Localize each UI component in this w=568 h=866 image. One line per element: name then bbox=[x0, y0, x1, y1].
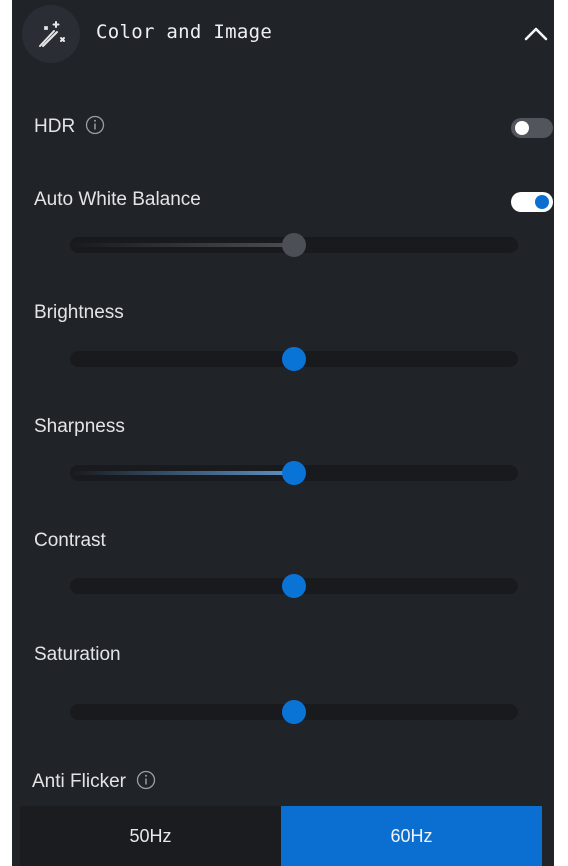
slider-thumb[interactable] bbox=[282, 233, 306, 257]
saturation-slider[interactable] bbox=[70, 700, 518, 724]
auto-white-balance-slider[interactable] bbox=[70, 233, 518, 257]
anti-flicker-label: Anti Flicker bbox=[32, 771, 126, 792]
slider-fill bbox=[70, 243, 294, 247]
slider-fill bbox=[70, 471, 294, 475]
hdr-row: HDR bbox=[34, 116, 105, 138]
saturation-label: Saturation bbox=[34, 644, 121, 665]
brightness-label: Brightness bbox=[34, 302, 124, 323]
auto-white-balance-label: Auto White Balance bbox=[34, 189, 201, 210]
anti-flicker-row: Anti Flicker bbox=[32, 771, 156, 793]
anti-flicker-60hz-button[interactable]: 60Hz bbox=[281, 806, 542, 866]
section-header[interactable]: Color and Image bbox=[12, 0, 554, 68]
contrast-label: Contrast bbox=[34, 530, 106, 551]
slider-thumb[interactable] bbox=[282, 347, 306, 371]
contrast-slider[interactable] bbox=[70, 574, 518, 598]
toggle-knob bbox=[515, 121, 529, 135]
toggle-knob bbox=[535, 195, 549, 209]
slider-thumb[interactable] bbox=[282, 574, 306, 598]
sharpness-slider[interactable] bbox=[70, 461, 518, 485]
section-title: Color and Image bbox=[96, 21, 273, 43]
brightness-slider[interactable] bbox=[70, 347, 518, 371]
slider-thumb[interactable] bbox=[282, 461, 306, 485]
hdr-label: HDR bbox=[34, 116, 76, 137]
anti-flicker-50hz-button[interactable]: 50Hz bbox=[20, 806, 281, 866]
sharpness-label: Sharpness bbox=[34, 416, 125, 437]
hdr-toggle[interactable] bbox=[511, 118, 553, 138]
info-icon[interactable] bbox=[136, 770, 156, 790]
color-and-image-panel: Color and Image HDR Auto White Balance B… bbox=[12, 0, 554, 866]
anti-flicker-segmented-control: 50Hz 60Hz bbox=[20, 806, 542, 866]
info-icon[interactable] bbox=[85, 115, 105, 135]
slider-thumb[interactable] bbox=[282, 700, 306, 724]
chevron-up-icon[interactable] bbox=[523, 24, 549, 42]
auto-white-balance-toggle[interactable] bbox=[511, 192, 553, 212]
magic-wand-icon bbox=[22, 5, 80, 63]
